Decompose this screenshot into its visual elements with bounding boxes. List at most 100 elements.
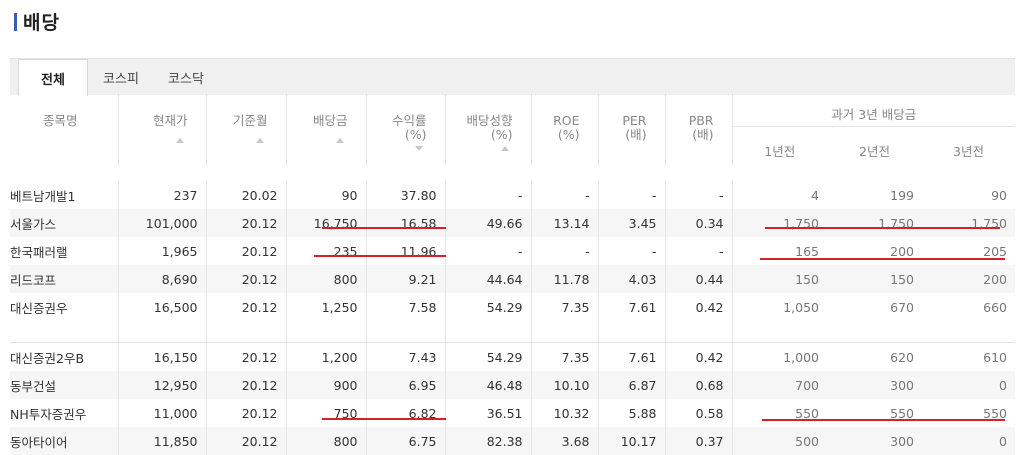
cell-per: 4.03 [598,265,666,293]
cell-roe: 7.35 [531,293,599,321]
cell-roe: 10.32 [531,399,599,427]
cell-price: 16,500 [118,293,207,321]
col-header-name: 종목명 [10,94,119,165]
cell-2y-ago: 1,750 [827,209,922,237]
cell-price: 12,950 [118,371,207,399]
cell-base-month: 20.12 [206,265,287,293]
cell-2y-ago: 150 [827,265,922,293]
cell-roe: 7.35 [531,342,599,371]
col-header-roe[interactable]: ROE (%) [531,94,599,165]
cell-pbr: 0.34 [665,209,733,237]
cell-3y-ago: 0 [922,427,1015,455]
cell-3y-ago: 90 [991,187,1007,203]
col-header-base-month[interactable]: 기준월 [206,94,287,165]
cell-dividend: 90 [286,181,367,209]
stock-name-link[interactable]: 한국패러랠 [10,237,119,265]
cell-dividend: 1,250 [286,293,367,321]
stock-name-link[interactable]: 동부건설 [10,371,119,399]
sort-up-icon[interactable] [500,146,509,151]
cell-base-month: 20.12 [206,371,287,399]
stock-name-link[interactable]: 대신증권2우B [10,342,119,371]
cell-2y-ago: 300 [827,371,922,399]
cell-1y-ago: 4 [731,181,827,209]
col-header-past-3y-dividend: 과거 3년 배당금 [731,94,1015,127]
cell-payout: 54.29 [445,293,532,321]
highlight-underline [765,227,1000,229]
cell-payout: 82.38 [445,427,532,455]
cell-1y-ago: 165 [731,237,827,265]
cell-yield: 9.21 [366,265,446,293]
highlight-underline [322,418,446,420]
cell-per: - [598,181,666,209]
cell-yield: 7.58 [366,293,446,321]
tab-kospi[interactable]: 코스피 [90,59,152,95]
sort-up-icon[interactable] [175,138,184,143]
cell-roe: 3.68 [531,427,599,455]
cell-roe: - [531,237,599,265]
cell-pbr: - [665,237,733,265]
cell-2y-ago: 199 [890,187,914,203]
cell-1y-ago: 700 [731,371,827,399]
cell-2y-ago: 550 [890,405,914,421]
cell-1y-ago: 1,000 [731,342,827,371]
cell-dividend: 800 [286,427,367,455]
cell-pbr: 0.37 [665,427,733,455]
group-spacer [10,321,1015,343]
cell-per: 10.17 [598,427,666,455]
cell-1y-ago: 500 [731,427,827,455]
cell-dividend: 750 [286,399,367,427]
tab-kosdaq[interactable]: 코스닥 [156,59,216,95]
cell-payout: 44.64 [445,265,532,293]
sort-up-icon[interactable] [335,138,344,143]
stock-name-link[interactable]: 동아타이어 [10,427,119,455]
highlight-underline [760,258,1005,260]
table-row: 베트남개발1 237 20.02 90 37.80 - - - - 4 199 … [10,181,1015,209]
col-header-price[interactable]: 현재가 [118,94,207,165]
cell-payout: 46.48 [445,371,532,399]
highlight-underline [762,419,1005,421]
cell-per: 3.45 [598,209,666,237]
sort-down-icon[interactable] [414,146,423,151]
cell-2y-ago: 620 [827,342,922,371]
dividend-table: 종목명 현재가 기준월 배당금 수익률 (%) 배당성향 (%) ROE (%)… [10,94,1015,455]
cell-base-month: 20.12 [206,237,287,265]
stock-name-link[interactable]: 리드코프 [10,265,119,293]
stock-name-link[interactable]: 서울가스 [10,209,119,237]
col-header-yield[interactable]: 수익률 (%) [366,94,446,165]
cell-yield: 37.80 [366,181,446,209]
col-header-dividend[interactable]: 배당금 [286,94,367,165]
tab-all[interactable]: 전체 [18,59,88,96]
cell-dividend: 900 [286,371,367,399]
cell-payout: 54.29 [445,342,532,371]
cell-yield: 16.58 [366,209,446,237]
cell-price: 11,850 [118,427,207,455]
cell-price: 11,000 [118,399,207,427]
table-row: 동아타이어 11,850 20.12 800 6.75 82.38 3.68 1… [10,427,1015,455]
cell-base-month: 20.12 [206,342,287,371]
cell-3y-ago: 1,750 [922,209,1015,237]
cell-dividend: 16,750 [286,209,367,237]
col-header-payout[interactable]: 배당성향 (%) [445,94,532,165]
cell-base-month: 20.12 [206,209,287,237]
stock-name-link[interactable]: NH투자증권우 [10,399,119,427]
cell-pbr: 0.44 [665,265,733,293]
cell-roe: 11.78 [531,265,599,293]
cell-per: 5.88 [598,399,666,427]
highlight-underline [314,255,446,257]
cell-1y-ago: 1,750 [731,209,827,237]
cell-payout: - [445,181,532,209]
cell-3y-ago: 610 [922,342,1015,371]
col-header-pbr[interactable]: PBR (배) [665,94,733,165]
stock-name-link[interactable]: 대신증권우 [10,293,119,321]
col-header-per[interactable]: PER (배) [598,94,666,165]
sort-up-icon[interactable] [255,138,264,143]
cell-price: 8,690 [118,265,207,293]
cell-payout: - [445,237,532,265]
cell-pbr: 0.68 [665,371,733,399]
cell-dividend: 800 [286,265,367,293]
cell-2y-ago: 670 [890,299,914,315]
stock-name-link[interactable]: 베트남개발1 [10,181,119,209]
cell-yield: 6.82 [366,399,446,427]
cell-yield: 7.43 [366,342,446,371]
cell-payout: 49.66 [445,209,532,237]
